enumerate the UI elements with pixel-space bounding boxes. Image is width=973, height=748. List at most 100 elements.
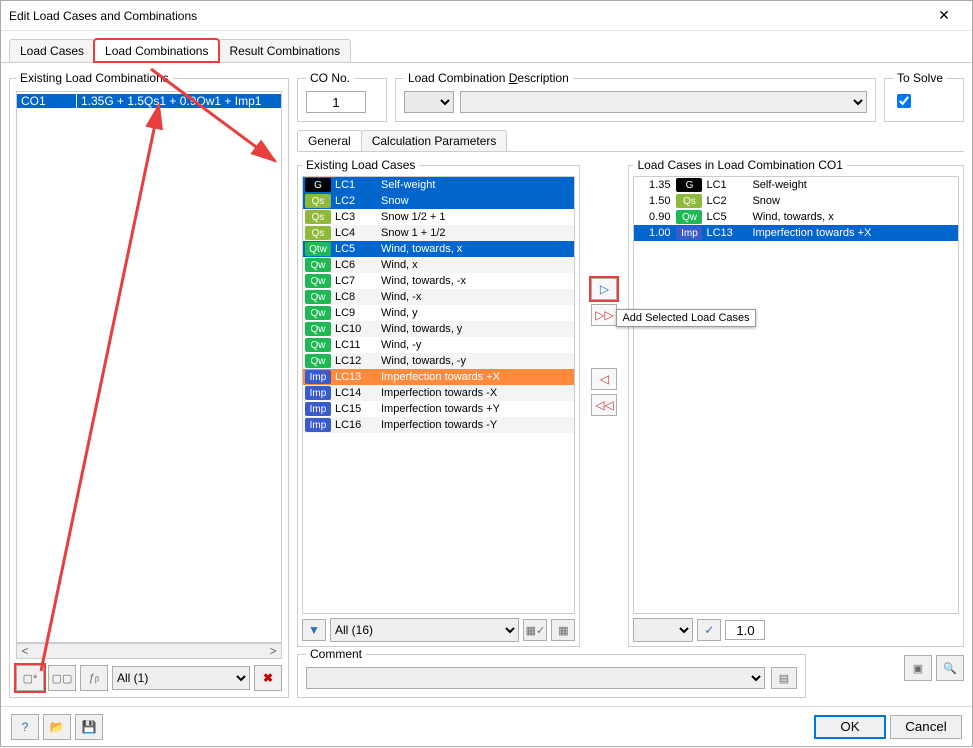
table-row[interactable]: QsLC3Snow 1/2 + 1 [303,209,574,225]
lc-tag: Qw [305,354,331,368]
desc-category-select[interactable] [404,91,454,113]
cancel-button[interactable]: Cancel [890,715,962,739]
table-row[interactable]: QwLC12Wind, towards, -y [303,353,574,369]
folder-open-icon: 📂 [50,720,65,734]
table-row[interactable]: ImpLC15Imperfection towards +Y [303,401,574,417]
lc-desc: Wind, towards, y [377,323,574,335]
table-row[interactable]: 1.50QsLC2Snow [634,193,958,209]
existing-lc-label: Existing Load Cases [302,158,419,172]
uncheck-grid-icon: ▦ [558,624,568,637]
existing-combos-list[interactable]: CO1 1.35G + 1.5Qs1 + 0.9Qw1 + Imp1 [16,91,282,643]
lc-filter-select[interactable]: All (16) [330,618,519,642]
lc-desc: Wind, towards, -x [377,275,574,287]
table-row[interactable]: QwLC8Wind, -x [303,289,574,305]
combo-desc: 1.35G + 1.5Qs1 + 0.9Qw1 + Imp1 [77,94,281,108]
lc-id: LC6 [333,259,377,271]
table-row[interactable]: 1.00ImpLC13Imperfection towards +X [634,225,958,241]
scroll-right-icon[interactable]: > [265,644,281,658]
copy-combo-button[interactable]: ▢▢ [48,665,76,691]
lc-id: LC8 [333,291,377,303]
arrow-right-icon: ▷ [600,282,609,296]
ok-button[interactable]: OK [814,715,886,739]
close-icon[interactable]: ✕ [924,7,964,24]
table-row[interactable]: ImpLC14Imperfection towards -X [303,385,574,401]
lc-desc: Snow 1 + 1/2 [377,227,574,239]
lc-tag: Qw [305,306,331,320]
apply-factor-btn[interactable]: ✓ [697,619,721,641]
lc-tag: Imp [305,418,331,432]
open-button[interactable]: 📂 [43,714,71,740]
help-button[interactable]: ? [11,714,39,740]
combo-filter-select[interactable]: All (1) [112,666,250,690]
lc-tag: Qw [305,290,331,304]
lc-desc: Wind, towards, -y [377,355,574,367]
add-selected-button[interactable]: ▷ [591,278,617,300]
tab-general[interactable]: General [297,130,362,151]
lc-id: LC13 [704,227,748,239]
delete-icon: ✖ [263,671,273,685]
add-all-button[interactable]: ▷▷ [591,304,617,326]
lc-id: LC11 [333,339,377,351]
lc-tag: Qs [676,194,702,208]
save-button[interactable]: 💾 [75,714,103,740]
table-row[interactable]: QsLC2Snow [303,193,574,209]
table-row[interactable]: QtwLC5Wind, towards, x [303,241,574,257]
lc-tag: Qtw [305,242,331,256]
lc-tag: Imp [305,370,331,384]
table-row[interactable]: 0.90QwLC5Wind, towards, x [634,209,958,225]
comment-library-btn[interactable]: ▤ [771,667,797,689]
table-row[interactable]: ImpLC16Imperfection towards -Y [303,417,574,433]
lc-desc: Imperfection towards -Y [377,419,574,431]
table-row[interactable]: ImpLC13Imperfection towards +X [303,369,574,385]
co-no-input[interactable] [306,91,366,113]
remove-selected-button[interactable]: ◁ [591,368,617,390]
lc-desc: Snow [377,195,574,207]
table-row[interactable]: QwLC7Wind, towards, -x [303,273,574,289]
window-title: Edit Load Cases and Combinations [9,9,924,23]
lc-desc: Wind, x [377,259,574,271]
factor-input[interactable] [725,620,765,640]
table-row[interactable]: QwLC11Wind, -y [303,337,574,353]
desc-input[interactable] [460,91,867,113]
lc-id: LC3 [333,211,377,223]
lc-desc: Wind, -x [377,291,574,303]
lc-id: LC14 [333,387,377,399]
in-combo-list[interactable]: 1.35GLC1Self-weight1.50QsLC2Snow0.90QwLC… [633,176,959,614]
tab-calc-params[interactable]: Calculation Parameters [361,130,508,151]
lc-desc: Self-weight [748,179,958,191]
details-btn[interactable]: 🔍 [936,655,964,681]
list-item[interactable]: CO1 1.35G + 1.5Qs1 + 0.9Qw1 + Imp1 [17,92,281,110]
delete-combo-button[interactable]: ✖ [254,665,282,691]
uncheck-all-btn[interactable]: ▦ [551,619,575,641]
table-row[interactable]: QwLC6Wind, x [303,257,574,273]
tab-load-cases[interactable]: Load Cases [9,39,95,62]
lc-desc: Imperfection towards -X [377,387,574,399]
comment-input[interactable] [306,667,765,689]
existing-lc-list[interactable]: GLC1Self-weightQsLC2SnowQsLC3Snow 1/2 + … [302,176,575,614]
lc-id: LC5 [704,211,748,223]
filter-btn[interactable]: ▼ [302,619,326,641]
scroll-left-icon[interactable]: < [17,644,33,658]
in-combo-option-select[interactable] [633,618,693,642]
check-all-btn[interactable]: ▦✓ [523,619,547,641]
table-row[interactable]: QwLC9Wind, y [303,305,574,321]
new-combo-button[interactable]: ▢* [16,665,44,691]
table-row[interactable]: 1.35GLC1Self-weight [634,177,958,193]
h-scrollbar[interactable]: < > [16,643,282,659]
formula-button[interactable]: ƒᵦ [80,665,108,691]
lc-id: LC7 [333,275,377,287]
remove-all-button[interactable]: ◁◁ [591,394,617,416]
double-arrow-left-icon: ◁◁ [595,398,613,412]
table-row[interactable]: QsLC4Snow 1 + 1/2 [303,225,574,241]
in-combo-label: Load Cases in Load Combination CO1 [633,158,846,172]
co-no-label: CO No. [306,71,354,85]
tab-load-combinations[interactable]: Load Combinations [94,39,219,62]
to-solve-checkbox[interactable] [897,94,911,108]
funnel-icon: ▼ [308,623,320,637]
tab-result-combinations[interactable]: Result Combinations [218,39,351,62]
table-row[interactable]: QwLC10Wind, towards, y [303,321,574,337]
table-row[interactable]: GLC1Self-weight [303,177,574,193]
lc-desc: Wind, -y [377,339,574,351]
settings-btn[interactable]: ▣ [904,655,932,681]
lc-id: LC2 [333,195,377,207]
